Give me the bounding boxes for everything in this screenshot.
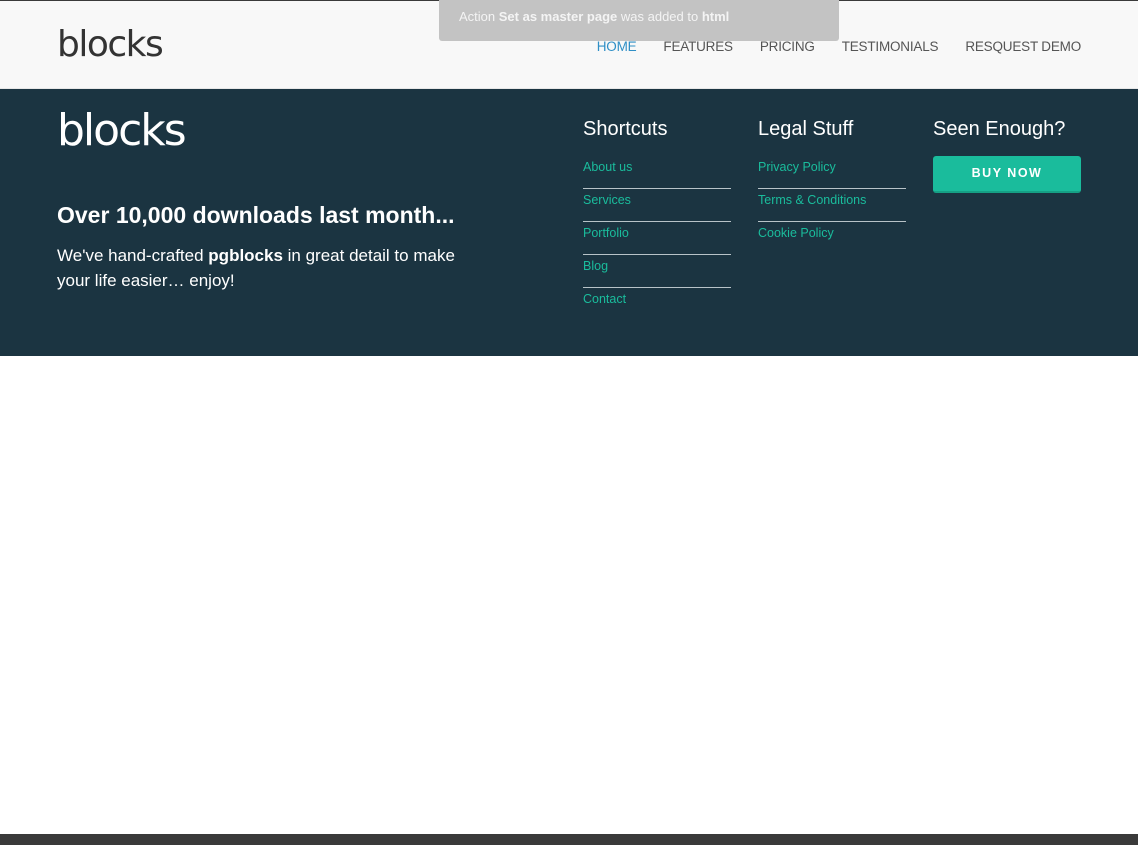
list-item: Blog (583, 255, 731, 288)
seen-enough-column: Seen Enough? BUY NOW (933, 116, 1081, 193)
list-item: Privacy Policy (758, 156, 906, 189)
brand-logo[interactable]: blocks (57, 23, 164, 67)
list-item: About us (583, 156, 731, 189)
action-toast: Action Set as master page was added to h… (439, 0, 839, 41)
link-terms-conditions[interactable]: Terms & Conditions (758, 189, 906, 207)
list-item: Terms & Conditions (758, 189, 906, 222)
link-services[interactable]: Services (583, 189, 731, 207)
shortcuts-title: Shortcuts (583, 118, 668, 140)
headline-number: 10,000 (115, 202, 187, 228)
legal-list: Privacy Policy Terms & Conditions Cookie… (758, 156, 906, 255)
toast-action: Set as master page (498, 9, 618, 24)
text-bold: pgblocks (208, 246, 283, 265)
toast-target: html (701, 9, 730, 24)
shortcuts-list: About us Services Portfolio Blog Contact (583, 156, 731, 321)
list-item: Cookie Policy (758, 222, 906, 255)
list-item: Contact (583, 288, 731, 321)
nav-testimonials[interactable]: TESTIMONIALS (842, 38, 939, 56)
list-item: Services (583, 189, 731, 222)
legal-column: Legal Stuff Privacy Policy Terms & Condi… (758, 116, 906, 255)
shortcuts-column: Shortcuts About us Services Portfolio Bl… (583, 116, 731, 321)
text-pre: We've hand-crafted (57, 246, 209, 265)
footer-brand-logo: blocks (57, 105, 187, 156)
link-contact[interactable]: Contact (583, 288, 731, 306)
headline-pre: Over (57, 202, 116, 228)
link-cookie-policy[interactable]: Cookie Policy (758, 222, 906, 240)
link-privacy-policy[interactable]: Privacy Policy (758, 156, 906, 174)
toast-middle: was added to (617, 9, 702, 24)
list-item: Portfolio (583, 222, 731, 255)
footer-headline: Over 10,000 downloads last month... (57, 200, 455, 230)
legal-title: Legal Stuff (758, 118, 854, 140)
footer: blocks Over 10,000 downloads last month.… (0, 89, 1138, 356)
link-about-us[interactable]: About us (583, 156, 731, 174)
buy-now-button[interactable]: BUY NOW (933, 156, 1081, 193)
footer-text: We've hand-crafted pgblocks in great det… (57, 243, 457, 293)
bottom-bar (0, 834, 1138, 845)
link-portfolio[interactable]: Portfolio (583, 222, 731, 240)
link-blog[interactable]: Blog (583, 255, 731, 273)
headline-post: downloads last month... (186, 202, 455, 228)
nav-request-demo[interactable]: RESQUEST DEMO (965, 38, 1081, 56)
seen-enough-title: Seen Enough? (933, 118, 1066, 140)
toast-prefix: Action (459, 9, 499, 24)
